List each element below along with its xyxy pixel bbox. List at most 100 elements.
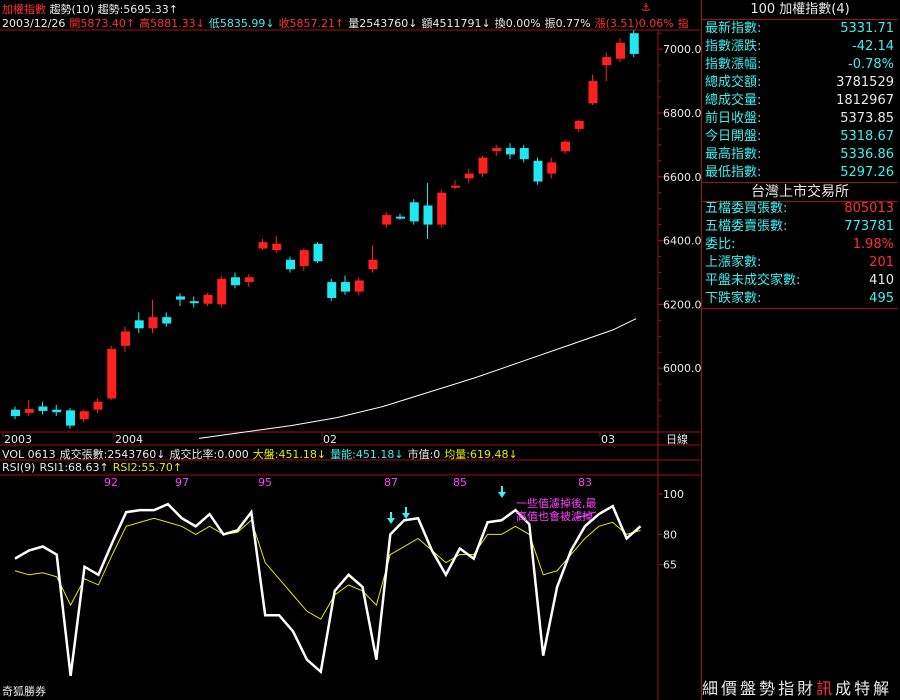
quote-field-1: 開5873.40↑ <box>69 17 136 30</box>
volume-line: VOL 0613 成交張數:2543760↓ 成交比率:0.000 大盤:451.18… <box>2 446 522 462</box>
exchange-header: 台灣上市交易所 <box>702 182 898 202</box>
volume-field-3: 大盤:451.18↓ <box>252 448 327 461</box>
bottom-tab-0[interactable]: 細 <box>702 679 719 698</box>
quote-field-3: 低5835.99↓ <box>208 17 275 30</box>
candle-body <box>203 294 213 304</box>
rsi-peak-label: 83 <box>578 476 592 489</box>
bottom-tab-8[interactable]: 特 <box>854 679 871 698</box>
candle-body <box>464 173 474 179</box>
index-row: 前日收盤: 5373.85 <box>702 110 898 128</box>
candle-body <box>272 243 282 251</box>
candle-body <box>354 280 364 292</box>
candle-body <box>258 242 268 249</box>
bottom-tab-5[interactable]: 財 <box>797 679 814 698</box>
quote-field-2: 高5881.33↓ <box>139 17 205 30</box>
rsi1-line <box>14 502 642 676</box>
exchange-label: 下跌家數: <box>705 291 762 306</box>
bottom-tab-6[interactable]: 訊 <box>816 679 833 698</box>
index-value: -0.78% <box>848 57 894 72</box>
quote-field-4: 收5857.21↑ <box>278 17 345 30</box>
bottom-tab-4[interactable]: 指 <box>778 679 795 698</box>
quote-field-0: 2003/12/26 <box>2 17 66 30</box>
price-tick-label: 6400.0 <box>663 235 702 248</box>
exchange-row: 委比: 1.98% <box>702 236 898 254</box>
date-axis-label: 日線 <box>666 432 688 446</box>
candle-body <box>107 349 117 399</box>
index-row: 指數漲幅: -0.78% <box>702 56 898 74</box>
candle-body <box>231 277 240 286</box>
date-tick-label: 03 <box>601 433 615 446</box>
rsi-annotation-line2: 高值也會被濾掉 <box>516 510 593 523</box>
quote-field-8: 振0.77% <box>544 17 591 30</box>
rsi-peak-label: 92 <box>104 476 118 489</box>
exchange-value: 201 <box>869 255 894 270</box>
volume-field-4: 量能:451.18↓ <box>330 448 404 461</box>
index-label: 指數漲跌: <box>705 39 762 54</box>
candle-body <box>24 409 34 413</box>
index-value: 3781529 <box>836 75 894 90</box>
candle-body <box>396 216 405 219</box>
index-row: 總成交量: 1812967 <box>702 92 898 110</box>
candle-body <box>588 81 598 104</box>
index-label: 最高指數: <box>705 147 762 162</box>
candle-body <box>189 301 199 304</box>
candle-body <box>629 33 639 54</box>
bottom-tab-3[interactable]: 勢 <box>759 679 776 698</box>
rsi-peak-label: 85 <box>453 476 467 489</box>
bottom-tab-7[interactable]: 成 <box>835 679 852 698</box>
index-label: 今日開盤: <box>705 129 762 144</box>
exchange-value: 410 <box>869 273 894 288</box>
candle-body <box>93 401 103 410</box>
bottom-tabs: 細價盤勢指財訊成特解 <box>702 678 898 700</box>
exchange-value: 773781 <box>844 219 894 234</box>
candle-body <box>52 409 62 413</box>
bottom-tab-1[interactable]: 價 <box>721 679 738 698</box>
index-value: 5373.85 <box>840 111 894 126</box>
bottom-tab-2[interactable]: 盤 <box>740 679 757 698</box>
index-label: 總成交量: <box>705 93 762 108</box>
quote-field-10: 指 <box>677 17 689 30</box>
rsi-tick-label: 65 <box>663 559 677 572</box>
rsi-field-2: RSI2:55.70↑ <box>112 461 183 474</box>
panel-divider <box>702 308 898 309</box>
candle-body <box>79 411 89 420</box>
index-row: 指數漲跌: -42.14 <box>702 38 898 56</box>
rsi-field-0: RSI(9) <box>2 461 36 474</box>
index-value: 5318.67 <box>840 129 894 144</box>
rsi-peak-label: 95 <box>258 476 272 489</box>
price-tick-label: 6600.0 <box>663 171 702 184</box>
index-label: 前日收盤: <box>705 111 762 126</box>
volume-field-2: 成交比率:0.000 <box>169 448 249 461</box>
quote-field-5: 量2543760↓ <box>348 17 418 30</box>
quote-field-7: 換0.00% <box>494 17 541 30</box>
date-tick-label: 2003 <box>4 433 32 446</box>
volume-field-5: 市值:0 <box>407 448 441 461</box>
price-tick-label: 6000.0 <box>663 362 702 375</box>
rsi-label-line: RSI(9) RSI1:68.63↑ RSI2:55.70↑ <box>2 461 186 474</box>
exchange-label: 五檔委買張數: <box>705 201 788 216</box>
rsi-peak-label: 87 <box>384 476 398 489</box>
candle-body <box>121 331 130 346</box>
candle-body <box>602 57 612 66</box>
exchange-row: 五檔委買張數: 805013 <box>702 200 898 218</box>
bottom-tab-9[interactable]: 解 <box>873 679 890 698</box>
candle-body <box>451 185 460 188</box>
candle-body <box>217 278 227 305</box>
rsi-field-1: RSI1:68.63↑ <box>39 461 109 474</box>
candle-body <box>492 148 502 152</box>
exchange-row: 下跌家數: 495 <box>702 290 898 308</box>
rsi-annotation: 一些值濾掉後,最 高值也會被濾掉 <box>516 497 597 523</box>
index-value: 5336.86 <box>840 147 894 162</box>
exchange-value: 1.98% <box>852 237 894 252</box>
index-value: 1812967 <box>836 93 894 108</box>
candle-body <box>134 320 144 329</box>
exchange-row: 平盤未成交家數: 410 <box>702 272 898 290</box>
arrow-down-icon <box>387 518 395 524</box>
price-tick-label: 6800.0 <box>663 107 702 120</box>
price-tick-label: 7000.0 <box>663 43 702 56</box>
exchange-label: 委比: <box>705 237 736 252</box>
info-panel-header: 100 加權指數(4) <box>702 1 898 20</box>
rsi-tick-label: 80 <box>663 528 677 541</box>
index-label: 總成交額: <box>705 75 762 90</box>
date-tick-label: 2004 <box>115 433 143 446</box>
